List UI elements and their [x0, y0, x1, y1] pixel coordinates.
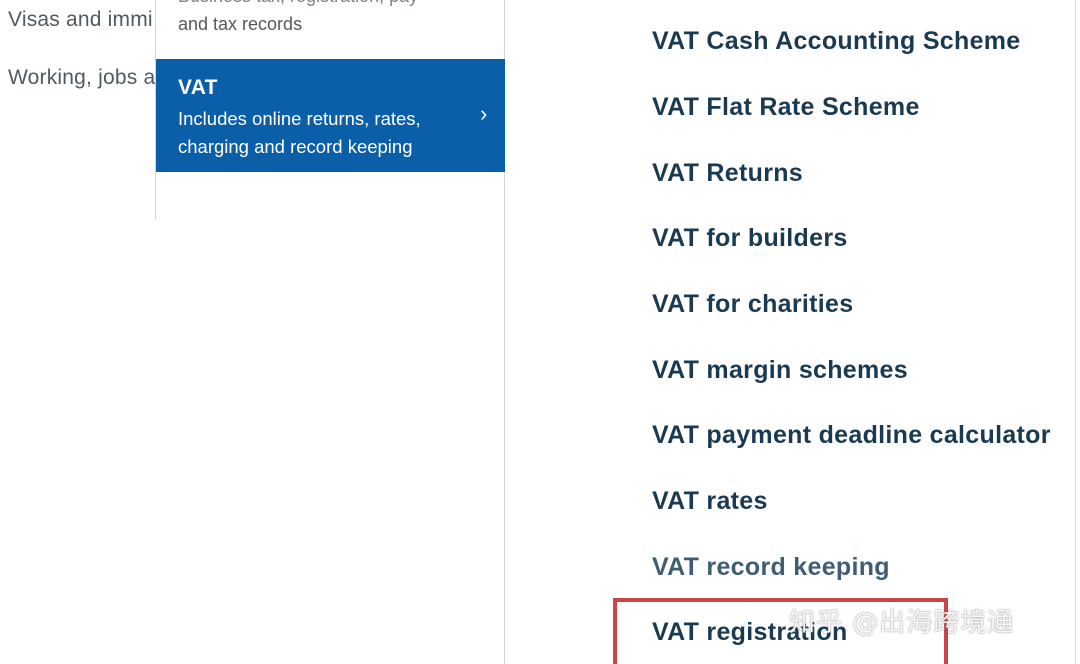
- vat-links-column: VAT Cash Accounting Scheme VAT Flat Rate…: [505, 0, 1080, 664]
- link-vat-record-keeping[interactable]: VAT record keeping: [652, 553, 890, 582]
- column-divider-gap: [155, 220, 157, 664]
- category-item-visas[interactable]: Visas and immi: [8, 8, 153, 32]
- link-vat-builders[interactable]: VAT for builders: [652, 224, 848, 253]
- subcategory-item-business-tax[interactable]: Business tax, registration, pay and tax …: [178, 0, 488, 46]
- link-vat-payment-deadline[interactable]: VAT payment deadline calculator: [652, 421, 1051, 450]
- chevron-right-icon: ›: [480, 101, 488, 126]
- subcategory-item-description: Includes online returns, rates, charging…: [178, 108, 421, 157]
- column-divider: [1075, 0, 1076, 664]
- subcategory-item-title: VAT: [178, 76, 218, 99]
- link-vat-cash-accounting[interactable]: VAT Cash Accounting Scheme: [652, 27, 1021, 56]
- subcategory-item-vat[interactable]: VAT Includes online returns, rates, char…: [156, 59, 506, 172]
- link-vat-flat-rate[interactable]: VAT Flat Rate Scheme: [652, 93, 920, 122]
- link-vat-charities[interactable]: VAT for charities: [652, 290, 853, 319]
- subcategory-item-description: and tax records: [178, 14, 303, 34]
- watermark: 知乎 @出海跨境通: [789, 608, 1015, 638]
- subcategory-item-cut-label: Business tax, registration, pay: [178, 0, 488, 10]
- subcategory-column: Business tax, registration, pay and tax …: [155, 0, 506, 664]
- page: Visas and immi Working, jobs a Business …: [0, 0, 1080, 664]
- category-item-working[interactable]: Working, jobs a: [8, 66, 155, 90]
- link-vat-returns[interactable]: VAT Returns: [652, 159, 803, 188]
- link-vat-rates[interactable]: VAT rates: [652, 487, 768, 516]
- subcategory-item-cut-label-row: Business tax, registration, pay: [178, 0, 488, 10]
- link-vat-margin-schemes[interactable]: VAT margin schemes: [652, 356, 908, 385]
- category-column: Visas and immi Working, jobs a: [0, 0, 160, 664]
